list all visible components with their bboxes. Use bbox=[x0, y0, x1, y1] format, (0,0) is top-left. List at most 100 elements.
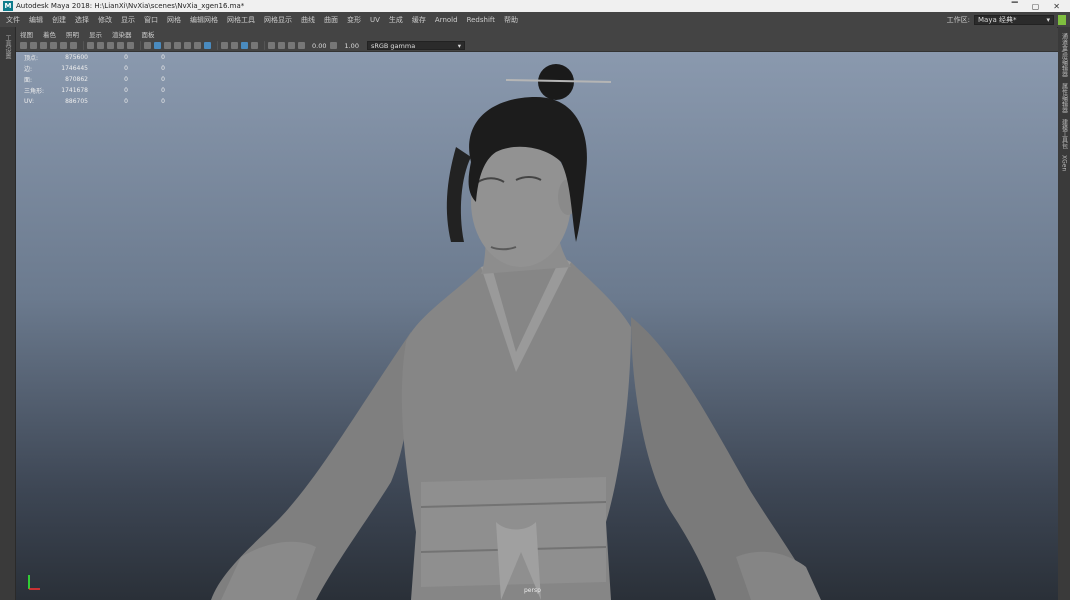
hud-value: 886705 bbox=[65, 98, 88, 105]
bookmark-icon[interactable] bbox=[40, 42, 47, 49]
select-camera-icon[interactable] bbox=[20, 42, 27, 49]
workspace-label: 工作区: bbox=[946, 15, 970, 24]
xray-components-icon[interactable] bbox=[288, 42, 295, 49]
toolbar-divider bbox=[140, 41, 141, 50]
exposure-icon[interactable] bbox=[298, 42, 305, 49]
shadows-icon[interactable] bbox=[194, 42, 201, 49]
menu-uv[interactable]: UV bbox=[370, 16, 380, 24]
lights-icon[interactable] bbox=[184, 42, 191, 49]
menu-surfaces[interactable]: 曲面 bbox=[324, 15, 338, 25]
menu-windows[interactable]: 窗口 bbox=[144, 15, 158, 25]
menu-edit[interactable]: 编辑 bbox=[29, 15, 43, 25]
hud-value: 875600 bbox=[65, 54, 88, 61]
field-chart-icon[interactable] bbox=[127, 42, 134, 49]
hud-value: 870862 bbox=[65, 76, 88, 83]
title-bar: M Autodesk Maya 2018: H:\LianXi\NvXia\sc… bbox=[0, 0, 1070, 12]
grid-icon[interactable] bbox=[87, 42, 94, 49]
exposure-value[interactable]: 0.00 bbox=[312, 42, 326, 50]
perspective-viewport[interactable]: 顶点: 875600 0 0 边: 1746445 0 0 面: 870862 … bbox=[16, 52, 1058, 600]
chevron-down-icon: ▾ bbox=[1046, 15, 1050, 24]
heads-up-display: 顶点: 875600 0 0 边: 1746445 0 0 面: 870862 … bbox=[24, 52, 165, 107]
menu-edit-mesh[interactable]: 编辑网格 bbox=[190, 15, 218, 25]
panel-menu-lighting[interactable]: 照明 bbox=[66, 29, 79, 39]
hud-value: 0 bbox=[161, 98, 165, 105]
tab-xgen[interactable]: XGen bbox=[1061, 155, 1068, 171]
chevron-down-icon: ▾ bbox=[457, 41, 461, 50]
menu-mesh[interactable]: 网格 bbox=[167, 15, 181, 25]
hud-value: 0 bbox=[124, 87, 128, 94]
tab-channel-box[interactable]: 通道盒/层编辑器 bbox=[1060, 33, 1069, 77]
depth-of-field-icon[interactable] bbox=[251, 42, 258, 49]
lock-icon[interactable] bbox=[1058, 14, 1066, 25]
ambient-occlusion-icon[interactable] bbox=[221, 42, 228, 49]
menu-generate[interactable]: 生成 bbox=[389, 15, 403, 25]
menu-arnold[interactable]: Arnold bbox=[435, 16, 458, 24]
grease-pencil-icon[interactable] bbox=[70, 42, 77, 49]
character-model bbox=[211, 64, 821, 600]
viewport-toolbar: 0.00 1.00 sRGB gamma ▾ bbox=[16, 40, 1058, 52]
tool-settings-strip[interactable]: 工具设置 bbox=[0, 27, 16, 600]
hud-row: 边: 1746445 0 0 bbox=[24, 63, 165, 74]
motion-blur-icon[interactable] bbox=[231, 42, 238, 49]
default-material-icon[interactable] bbox=[164, 42, 171, 49]
panel-menu-shading[interactable]: 着色 bbox=[43, 29, 56, 39]
hud-value: 0 bbox=[124, 76, 128, 83]
workspace-select[interactable]: Maya 经典* ▾ bbox=[974, 14, 1054, 25]
hud-value: 0 bbox=[161, 65, 165, 72]
camera-attributes-icon[interactable] bbox=[30, 42, 37, 49]
wireframe-icon[interactable] bbox=[144, 42, 151, 49]
menu-redshift[interactable]: Redshift bbox=[467, 16, 495, 24]
tab-modeling-toolkit[interactable]: 建模工具包 bbox=[1060, 119, 1069, 149]
gamma-value[interactable]: 1.00 bbox=[344, 42, 358, 50]
minimize-icon[interactable]: ▔ bbox=[1012, 2, 1018, 11]
panel-menu-show[interactable]: 显示 bbox=[89, 29, 102, 39]
panel-menu-bar: 视图 着色 照明 显示 渲染器 面板 bbox=[16, 28, 1058, 40]
hud-label: 顶点: bbox=[24, 55, 39, 62]
gate-mask-icon[interactable] bbox=[117, 42, 124, 49]
gamma-icon[interactable] bbox=[330, 42, 338, 49]
isolate-select-icon[interactable] bbox=[204, 42, 211, 49]
hud-value: 0 bbox=[124, 98, 128, 105]
camera-name-label: persp bbox=[524, 587, 541, 594]
menu-display[interactable]: 显示 bbox=[121, 15, 135, 25]
film-gate-icon[interactable] bbox=[97, 42, 104, 49]
menu-modify[interactable]: 修改 bbox=[98, 15, 112, 25]
hud-row: 三角形: 1741678 0 0 bbox=[24, 85, 165, 96]
maximize-icon[interactable]: ▢ bbox=[1032, 2, 1040, 11]
smooth-shade-icon[interactable] bbox=[154, 42, 161, 49]
hud-row: 面: 870862 0 0 bbox=[24, 74, 165, 85]
xray-icon[interactable] bbox=[268, 42, 275, 49]
tool-settings-label: 工具设置 bbox=[4, 35, 11, 59]
panel-menu-renderer[interactable]: 渲染器 bbox=[112, 29, 132, 39]
panel-menu-panels[interactable]: 面板 bbox=[142, 29, 155, 39]
panel-menu-view[interactable]: 视图 bbox=[20, 29, 33, 39]
window-title: Autodesk Maya 2018: H:\LianXi\NvXia\scen… bbox=[16, 2, 245, 10]
hud-value: 0 bbox=[161, 87, 165, 94]
view-axis-icon bbox=[28, 575, 40, 590]
menu-file[interactable]: 文件 bbox=[6, 15, 20, 25]
menu-deform[interactable]: 变形 bbox=[347, 15, 361, 25]
hud-row: UV: 886705 0 0 bbox=[24, 96, 165, 107]
antialiasing-icon[interactable] bbox=[241, 42, 248, 49]
hud-value: 1746445 bbox=[61, 65, 88, 72]
toolbar-divider bbox=[217, 41, 218, 50]
image-plane-icon[interactable] bbox=[50, 42, 57, 49]
xray-joints-icon[interactable] bbox=[278, 42, 285, 49]
textured-icon[interactable] bbox=[174, 42, 181, 49]
2d-pan-zoom-icon[interactable] bbox=[60, 42, 67, 49]
workspace-value: Maya 经典* bbox=[978, 15, 1017, 24]
close-icon[interactable]: ✕ bbox=[1053, 2, 1060, 11]
hud-value: 0 bbox=[124, 54, 128, 61]
menu-mesh-tools[interactable]: 网格工具 bbox=[227, 15, 255, 25]
color-space-select[interactable]: sRGB gamma ▾ bbox=[366, 41, 465, 50]
menu-mesh-display[interactable]: 网格显示 bbox=[264, 15, 292, 25]
menu-create[interactable]: 创建 bbox=[52, 15, 66, 25]
resolution-gate-icon[interactable] bbox=[107, 42, 114, 49]
menu-curves[interactable]: 曲线 bbox=[301, 15, 315, 25]
hud-value: 0 bbox=[124, 65, 128, 72]
menu-select[interactable]: 选择 bbox=[75, 15, 89, 25]
menu-cache[interactable]: 缓存 bbox=[412, 15, 426, 25]
maya-logo-icon: M bbox=[3, 1, 13, 11]
menu-help[interactable]: 帮助 bbox=[504, 15, 518, 25]
tab-attribute-editor[interactable]: 属性编辑器 bbox=[1060, 83, 1069, 113]
